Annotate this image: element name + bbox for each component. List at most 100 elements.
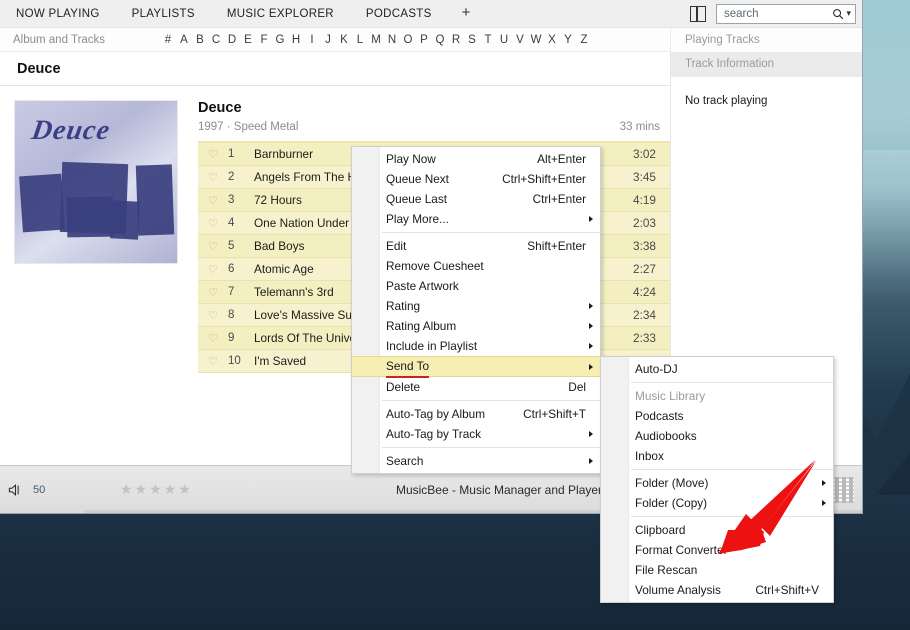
- menu-item-play-more[interactable]: Play More...: [352, 209, 600, 229]
- menu-item-rating-album[interactable]: Rating Album: [352, 316, 600, 336]
- menu-separator: [382, 447, 600, 448]
- heart-outline-icon[interactable]: ♡: [198, 286, 228, 299]
- menu-item-clipboard[interactable]: Clipboard: [601, 520, 833, 540]
- alphabet-letter-u[interactable]: U: [496, 34, 512, 46]
- alphabet-letter-y[interactable]: Y: [560, 34, 576, 46]
- heart-outline-icon[interactable]: ♡: [198, 148, 228, 161]
- heart-outline-icon[interactable]: ♡: [198, 332, 228, 345]
- speaker-icon[interactable]: [8, 483, 23, 497]
- menu-item-send-to[interactable]: Send To: [352, 356, 600, 378]
- tab-now-playing[interactable]: NOW PLAYING: [0, 0, 116, 28]
- alphabet-letter-v[interactable]: V: [512, 34, 528, 46]
- alphabet-letter-a[interactable]: A: [176, 34, 192, 46]
- tab-podcasts[interactable]: PODCASTS: [350, 0, 448, 28]
- menu-item-shortcut: Ctrl+Enter: [532, 192, 586, 206]
- menu-item-inbox[interactable]: Inbox: [601, 446, 833, 466]
- tab-music-explorer[interactable]: MUSIC EXPLORER: [211, 0, 350, 28]
- menu-item-volume-analysis[interactable]: Volume Analysis Ctrl+Shift+V: [601, 580, 833, 600]
- alphabet-letter-t[interactable]: T: [480, 34, 496, 46]
- volume-value: 50: [33, 483, 46, 496]
- menu-item-podcasts[interactable]: Podcasts: [601, 406, 833, 426]
- alphabet-jump-bar[interactable]: # A B C D E F G H I J K L M N O P Q R S T U V W X Y Z: [160, 34, 592, 46]
- rating-stars[interactable]: ★★★★★: [120, 481, 230, 498]
- menu-item-auto-dj[interactable]: Auto-DJ: [601, 359, 833, 379]
- menu-item-auto-tag-by-track[interactable]: Auto-Tag by Track: [352, 424, 600, 444]
- alphabet-letter-s[interactable]: S: [464, 34, 480, 46]
- heart-outline-icon[interactable]: ♡: [198, 240, 228, 253]
- menu-item-folder-move[interactable]: Folder (Move): [601, 473, 833, 493]
- menu-item-play-now[interactable]: Play Now Alt+Enter: [352, 149, 600, 169]
- heart-outline-icon[interactable]: ♡: [198, 309, 228, 322]
- heart-outline-icon[interactable]: ♡: [198, 355, 228, 368]
- tab-add-new[interactable]: +: [448, 0, 485, 28]
- track-context-menu[interactable]: Play Now Alt+Enter Queue Next Ctrl+Shift+En…: [351, 146, 601, 474]
- menu-item-edit[interactable]: Edit Shift+Enter: [352, 236, 600, 256]
- alphabet-letter-l[interactable]: L: [352, 34, 368, 46]
- menu-separator: [631, 516, 833, 517]
- menu-separator: [382, 232, 600, 233]
- submenu-arrow-icon: [589, 343, 593, 349]
- heart-outline-icon[interactable]: ♡: [198, 217, 228, 230]
- menu-item-paste-artwork[interactable]: Paste Artwork: [352, 276, 600, 296]
- alphabet-letter-g[interactable]: G: [272, 34, 288, 46]
- menu-item-file-rescan[interactable]: File Rescan: [601, 560, 833, 580]
- alphabet-letter-p[interactable]: P: [416, 34, 432, 46]
- menu-item-folder-copy[interactable]: Folder (Copy): [601, 493, 833, 513]
- track-information-status: No track playing: [685, 95, 768, 107]
- alphabet-letter-c[interactable]: C: [208, 34, 224, 46]
- menu-item-label: Queue Last: [386, 192, 447, 206]
- alphabet-letter-f[interactable]: F: [256, 34, 272, 46]
- heart-outline-icon[interactable]: ♡: [198, 194, 228, 207]
- menu-item-label: Clipboard: [635, 523, 686, 537]
- track-duration: 3:02: [633, 147, 656, 161]
- alphabet-letter-hash[interactable]: #: [160, 34, 176, 46]
- menu-item-queue-next[interactable]: Queue Next Ctrl+Shift+Enter: [352, 169, 600, 189]
- send-to-submenu[interactable]: Auto-DJ Music Library Podcasts Audiobooks In…: [600, 356, 834, 603]
- menu-item-queue-last[interactable]: Queue Last Ctrl+Enter: [352, 189, 600, 209]
- alphabet-letter-j[interactable]: J: [320, 34, 336, 46]
- alphabet-letter-k[interactable]: K: [336, 34, 352, 46]
- tab-bar-right-controls: ▾: [688, 3, 862, 24]
- track-number: 3: [228, 194, 235, 206]
- alphabet-letter-x[interactable]: X: [544, 34, 560, 46]
- alphabet-letter-e[interactable]: E: [240, 34, 256, 46]
- alphabet-letter-o[interactable]: O: [400, 34, 416, 46]
- search-box[interactable]: ▾: [716, 3, 856, 24]
- heart-outline-icon[interactable]: ♡: [198, 263, 228, 276]
- search-input[interactable]: [724, 7, 831, 20]
- alphabet-letter-q[interactable]: Q: [432, 34, 448, 46]
- menu-item-audiobooks[interactable]: Audiobooks: [601, 426, 833, 446]
- album-art-photo: [19, 173, 65, 233]
- alphabet-letter-i[interactable]: I: [304, 34, 320, 46]
- volume-control[interactable]: 50: [0, 483, 120, 497]
- menu-item-label: Search: [386, 454, 424, 468]
- alphabet-letter-d[interactable]: D: [224, 34, 240, 46]
- menu-separator: [382, 400, 600, 401]
- track-duration: 4:24: [633, 285, 656, 299]
- menu-item-auto-tag-by-album[interactable]: Auto-Tag by Album Ctrl+Shift+T: [352, 404, 600, 424]
- menu-item-shortcut: Del: [568, 380, 586, 394]
- menu-item-remove-cuesheet[interactable]: Remove Cuesheet: [352, 256, 600, 276]
- heart-outline-icon[interactable]: ♡: [198, 171, 228, 184]
- alphabet-letter-h[interactable]: H: [288, 34, 304, 46]
- menu-item-delete[interactable]: Delete Del: [352, 377, 600, 397]
- menu-item-search[interactable]: Search: [352, 451, 600, 471]
- menu-item-label: Include in Playlist: [386, 339, 478, 353]
- menu-item-include-in-playlist[interactable]: Include in Playlist: [352, 336, 600, 356]
- alphabet-letter-n[interactable]: N: [384, 34, 400, 46]
- chevron-down-icon[interactable]: ▾: [846, 9, 851, 18]
- panel-layout-icon[interactable]: [688, 5, 708, 23]
- alphabet-letter-b[interactable]: B: [192, 34, 208, 46]
- alphabet-letter-r[interactable]: R: [448, 34, 464, 46]
- menu-item-rating[interactable]: Rating: [352, 296, 600, 316]
- menu-item-format-converter[interactable]: Format Converter: [601, 540, 833, 560]
- track-number: 5: [228, 240, 235, 252]
- page-title: Deuce: [17, 60, 61, 77]
- album-artwork[interactable]: Deuce: [14, 100, 178, 264]
- tab-playlists[interactable]: PLAYLISTS: [116, 0, 211, 28]
- menu-item-label: Music Library: [635, 389, 706, 403]
- alphabet-letter-z[interactable]: Z: [576, 34, 592, 46]
- alphabet-letter-m[interactable]: M: [368, 34, 384, 46]
- alphabet-letter-w[interactable]: W: [528, 34, 544, 46]
- menu-item-label: Format Converter: [635, 543, 728, 557]
